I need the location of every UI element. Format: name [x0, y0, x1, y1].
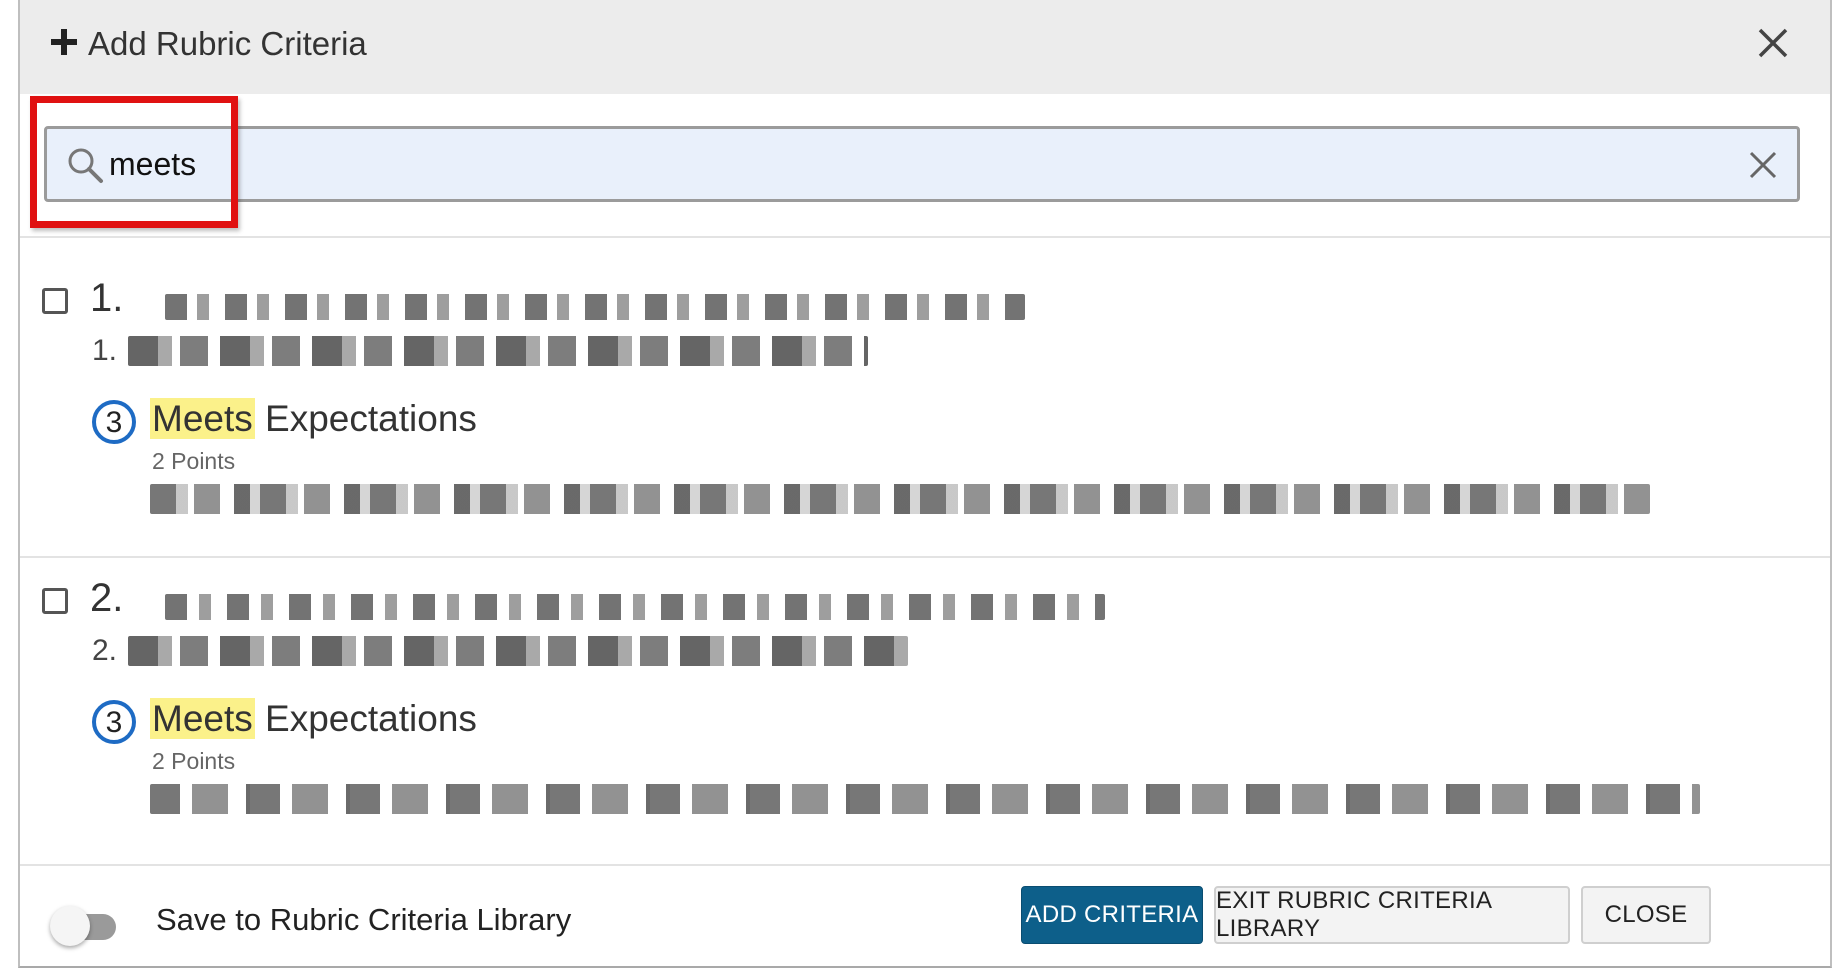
level-badge: 3 [92, 400, 136, 444]
level-points: 2 Points [152, 748, 236, 774]
dialog-header: Add Rubric Criteria [20, 0, 1830, 94]
criterion-sub-number: 2. [92, 634, 118, 667]
criterion-number: 1. [90, 276, 124, 320]
plus-icon [51, 29, 77, 55]
redacted-level-description [150, 484, 1650, 514]
criterion-checkbox[interactable] [42, 288, 68, 314]
clear-icon[interactable] [1747, 149, 1779, 181]
level-badge: 3 [92, 700, 136, 744]
level-label: Meets Expectations [150, 698, 477, 740]
redacted-criterion-description [128, 636, 908, 666]
toggle-knob [50, 906, 90, 946]
level-label-rest: Expectations [254, 698, 477, 739]
criterion-checkbox[interactable] [42, 588, 68, 614]
divider [20, 556, 1830, 558]
search-field [44, 126, 1800, 202]
exit-library-button[interactable]: EXIT RUBRIC CRITERIA LIBRARY [1214, 886, 1570, 944]
redacted-criterion-title [165, 294, 1025, 320]
divider [20, 236, 1830, 238]
redacted-criterion-description [128, 336, 868, 366]
redacted-level-description [150, 784, 1700, 814]
add-rubric-criteria-dialog: Add Rubric Criteria 1. 1. 3 Meets Expect… [18, 0, 1832, 968]
criterion-number: 2. [90, 576, 124, 620]
level-label-rest: Expectations [254, 398, 477, 439]
search-input[interactable] [109, 139, 1709, 189]
dialog-footer: Save to Rubric Criteria Library ADD CRIT… [20, 864, 1830, 966]
level-points: 2 Points [152, 448, 236, 474]
search-icon [68, 148, 103, 183]
dialog-title: Add Rubric Criteria [88, 25, 367, 62]
level-label: Meets Expectations [150, 398, 477, 440]
redacted-criterion-title [165, 594, 1105, 620]
close-icon[interactable] [1756, 26, 1790, 60]
save-to-library-label: Save to Rubric Criteria Library [156, 902, 572, 937]
add-criteria-button[interactable]: ADD CRITERIA [1021, 886, 1203, 944]
search-match-highlight: Meets [150, 398, 255, 439]
search-match-highlight: Meets [150, 698, 255, 739]
close-button[interactable]: CLOSE [1581, 886, 1711, 944]
criterion-sub-number: 1. [92, 334, 118, 367]
save-to-library-toggle[interactable] [50, 906, 122, 946]
